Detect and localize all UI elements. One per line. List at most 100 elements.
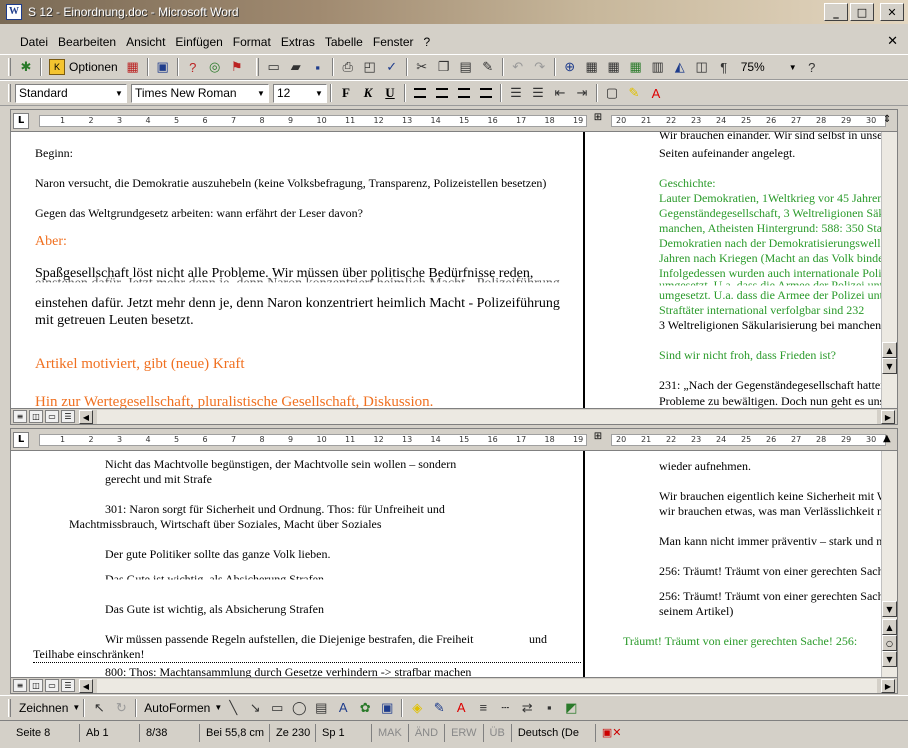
menu-bearbeiten[interactable]: Bearbeiten [54, 35, 120, 49]
tables-borders-icon[interactable]: ▦ [581, 56, 603, 78]
ruler-track-right[interactable]: 20 21 22 23 24 25 26 27 28 29 30 [611, 434, 886, 446]
scroll-down-icon[interactable]: ▼ [882, 601, 897, 617]
toolbar-grip-3[interactable] [8, 84, 11, 102]
scroll-up-icon[interactable]: ▲ [883, 433, 895, 447]
align-center-icon[interactable] [431, 82, 453, 104]
maximize-button[interactable]: □ [850, 3, 874, 21]
vertical-scrollbar-top[interactable]: ▲ ▼ [881, 132, 897, 408]
menu-help[interactable]: ? [420, 35, 435, 49]
shadow-icon[interactable]: ▪ [538, 697, 560, 719]
split-icon[interactable]: ⇕ [883, 114, 895, 128]
column-left[interactable]: Nicht das Machtvolle begünstigen, der Ma… [11, 451, 583, 677]
menu-datei[interactable]: Datei [16, 35, 52, 49]
status-mak[interactable]: MAK [372, 723, 409, 742]
bold-button[interactable]: F [335, 82, 357, 104]
menu-tabelle[interactable]: Tabelle [321, 35, 367, 49]
3d-icon[interactable]: ◩ [560, 697, 582, 719]
next-page-icon[interactable]: ▼ [882, 651, 897, 667]
column-right[interactable]: Wir brauchen einander. Wir sind selbst i… [585, 132, 883, 408]
cut-icon[interactable]: ✂ [411, 56, 433, 78]
rectangle-icon[interactable]: ▭ [266, 697, 288, 719]
menu-extras[interactable]: Extras [277, 35, 319, 49]
print-layout-icon[interactable]: ▭ [45, 410, 59, 423]
font-size-select[interactable]: 12 ▼ [273, 83, 327, 103]
fill-color-icon[interactable]: ◈ [406, 697, 428, 719]
clipart-icon[interactable]: ✿ [354, 697, 376, 719]
column-marker[interactable]: ⊞ [591, 431, 605, 449]
tab-selector[interactable]: L [13, 432, 29, 448]
zoom-select[interactable]: 75% ▼ [736, 57, 801, 77]
close-button[interactable]: ✕ [880, 3, 904, 21]
insert-excel-icon[interactable]: ▦ [625, 56, 647, 78]
assistant-icon[interactable]: ⚑ [226, 56, 248, 78]
new-document-icon[interactable]: ▭ [263, 56, 285, 78]
wordart-icon[interactable]: A [332, 697, 354, 719]
ruler-track-left[interactable]: 1 2 3 4 5 6 7 8 9 10 11 12 13 14 15 16 17 18 19 [39, 434, 587, 446]
tab-selector[interactable]: L [13, 113, 29, 129]
print-layout-icon[interactable]: ▭ [45, 679, 59, 692]
menu-ansicht[interactable]: Ansicht [122, 35, 169, 49]
bullet-list-icon[interactable]: ☰ [527, 82, 549, 104]
document-map-icon[interactable]: ◫ [691, 56, 713, 78]
dash-style-icon[interactable]: ┄ [494, 697, 516, 719]
column-marker[interactable]: ⊞ [591, 112, 605, 130]
column-left[interactable]: Beginn: Naron versucht, die Demokratie a… [11, 132, 583, 408]
line-icon[interactable]: ╲ [222, 697, 244, 719]
textbox-icon[interactable]: ▤ [310, 697, 332, 719]
menu-fenster[interactable]: Fenster [369, 35, 418, 49]
word-app-icon[interactable]: W [6, 4, 22, 20]
options-button[interactable]: K Optionen [45, 56, 122, 78]
spelling-status-icon[interactable]: ▣✕ [596, 724, 628, 742]
scroll-right-icon[interactable]: ▶ [881, 679, 895, 693]
web-view-icon[interactable]: ◫ [29, 410, 43, 423]
toolbar-grip-2[interactable] [255, 58, 259, 76]
toolbar-grip[interactable] [8, 58, 11, 76]
print-preview-icon[interactable]: ◰ [359, 56, 381, 78]
line-color-icon[interactable]: ✎ [428, 697, 450, 719]
toolbar-grip-4[interactable] [8, 698, 11, 717]
office-assistant-icon[interactable]: ? [801, 56, 823, 78]
redo-icon[interactable]: ↷ [529, 56, 551, 78]
font-color-icon[interactable]: A [450, 697, 472, 719]
numbered-list-icon[interactable]: ☰ [505, 82, 527, 104]
format-painter-icon[interactable]: ✎ [477, 56, 499, 78]
ruler-track-left[interactable]: 1 2 3 4 5 6 7 8 9 10 11 12 13 14 15 16 17 18 19 [39, 115, 587, 127]
font-select[interactable]: Times New Roman ▼ [131, 83, 269, 103]
save-icon[interactable]: ▪ [307, 56, 329, 78]
align-right-icon[interactable] [453, 82, 475, 104]
hyperlink-icon[interactable]: ⊕ [559, 56, 581, 78]
draw-menu-button[interactable]: Zeichnen [15, 701, 72, 715]
italic-button[interactable]: K [357, 82, 379, 104]
insert-table-icon[interactable]: ▦ [603, 56, 625, 78]
line-style-icon[interactable]: ≡ [472, 697, 494, 719]
border-icon[interactable]: ▢ [601, 82, 623, 104]
undo-icon[interactable]: ↶ [507, 56, 529, 78]
status-ub[interactable]: ÜB [484, 723, 512, 742]
font-color-icon[interactable]: A [645, 82, 667, 104]
autoshapes-button[interactable]: AutoFormen [140, 701, 214, 715]
spellcheck-icon[interactable]: ✓ [381, 56, 403, 78]
copy-icon[interactable]: ❐ [433, 56, 455, 78]
highlight-icon[interactable]: ✎ [623, 82, 645, 104]
status-and[interactable]: ÄND [409, 723, 446, 742]
macro-icon[interactable]: ✱ [15, 56, 37, 78]
increase-indent-icon[interactable]: ⇥ [571, 82, 593, 104]
normal-view-icon[interactable]: ≡ [13, 679, 27, 692]
select-objects-icon[interactable]: ↖ [88, 697, 110, 719]
browse-object-icon[interactable]: ○ [882, 635, 897, 651]
scroll-right-icon[interactable]: ▶ [881, 410, 895, 424]
outline-view-icon[interactable]: ☰ [61, 679, 75, 692]
menu-einfuegen[interactable]: Einfügen [171, 35, 226, 49]
drawing-icon[interactable]: ◭ [669, 56, 691, 78]
help-icon[interactable]: ? [182, 56, 204, 78]
outline-view-icon[interactable]: ☰ [61, 410, 75, 423]
ruler-track-right[interactable]: 20 21 22 23 24 25 26 27 28 29 30 [611, 115, 886, 127]
vertical-scrollbar-bottom[interactable]: ▼ ▲ ○ ▼ [881, 451, 897, 677]
print-icon[interactable]: ⎙ [337, 56, 359, 78]
rotate-icon[interactable]: ↻ [110, 697, 132, 719]
arrow-style-icon[interactable]: ⇄ [516, 697, 538, 719]
style-select[interactable]: Standard ▼ [15, 83, 127, 103]
addin-icon[interactable]: ▦ [122, 56, 144, 78]
arrow-icon[interactable]: ↘ [244, 697, 266, 719]
underline-button[interactable]: U [379, 82, 401, 104]
